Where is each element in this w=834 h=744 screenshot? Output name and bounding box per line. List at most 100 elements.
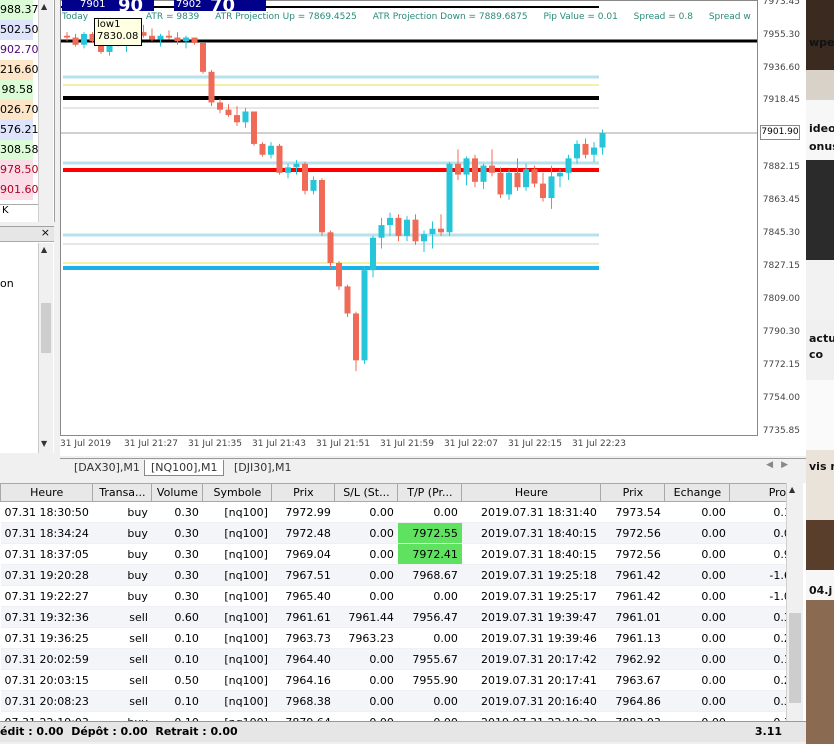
navigator-scrollbar[interactable]: ▲ ▼ <box>38 243 53 453</box>
market-watch-price[interactable]: 902.70 <box>0 40 39 60</box>
candle-body[interactable] <box>149 35 155 40</box>
scroll-up-icon[interactable]: ▲ <box>41 245 47 254</box>
candle-body[interactable] <box>557 172 563 177</box>
market-watch-price[interactable]: 988.37 <box>0 0 39 20</box>
market-watch-tab[interactable]: K <box>0 204 38 221</box>
one-click-ask-box[interactable]: 7902 70 <box>174 0 266 16</box>
candle-body[interactable] <box>72 37 79 45</box>
candle-body[interactable] <box>438 228 444 233</box>
chart-tab[interactable]: [NQ100],M1 <box>144 460 225 476</box>
candle-body[interactable] <box>455 163 461 175</box>
market-watch-price[interactable]: 978.50 <box>0 160 39 180</box>
candle-body[interactable] <box>319 180 325 233</box>
scroll-thumb[interactable] <box>789 613 801 703</box>
candle-body[interactable] <box>582 143 589 155</box>
table-row[interactable]: 07.31 20:08:23 sell 0.10 [nq100] 7968.38 0.00… <box>0 690 802 712</box>
candle-body[interactable] <box>183 37 189 42</box>
candle-body[interactable] <box>310 180 317 191</box>
candle-body[interactable] <box>497 172 504 195</box>
candle-body[interactable] <box>174 37 181 42</box>
market-watch-price[interactable]: 502.50 <box>0 20 39 40</box>
candle-body[interactable] <box>200 42 206 72</box>
scroll-up-icon[interactable]: ▲ <box>789 485 795 494</box>
column-header[interactable]: S/L (St... <box>334 483 399 502</box>
candle-body[interactable] <box>225 109 232 116</box>
scroll-down-icon[interactable]: ▼ <box>41 439 47 448</box>
chart-tab[interactable]: [DJI30],M1 <box>228 460 298 475</box>
table-row[interactable]: 07.31 20:03:15 sell 0.50 [nq100] 7964.16 0.00… <box>0 669 802 691</box>
candle-body[interactable] <box>242 111 249 123</box>
candle-body[interactable] <box>506 172 512 195</box>
candle-body[interactable] <box>378 225 385 238</box>
column-header[interactable]: Volume <box>151 483 204 502</box>
column-header[interactable]: Symbole <box>202 483 273 502</box>
candle-body[interactable] <box>285 167 291 173</box>
candle-body[interactable] <box>591 147 597 155</box>
candle-body[interactable] <box>191 37 198 43</box>
candle-body[interactable] <box>166 35 172 38</box>
scroll-thumb[interactable] <box>41 303 51 353</box>
candle-body[interactable] <box>81 33 87 45</box>
candle-body[interactable] <box>463 158 470 175</box>
candle-body[interactable] <box>523 169 529 188</box>
column-header[interactable]: Transa... <box>92 483 153 502</box>
candle-body[interactable] <box>208 71 215 103</box>
candle-body[interactable] <box>412 219 419 242</box>
market-watch-scrollbar[interactable]: ▲ <box>38 0 53 222</box>
candle-body[interactable] <box>302 163 308 191</box>
table-row[interactable]: 07.31 22:19:03buy0.10[nq100]7879.640.000… <box>0 711 802 721</box>
candle-body[interactable] <box>599 133 606 148</box>
candle-body[interactable] <box>446 163 453 233</box>
navigator-item-label[interactable]: on <box>0 277 14 290</box>
column-header[interactable]: T/P (Pr... <box>397 483 463 502</box>
candle-body[interactable] <box>472 158 478 182</box>
candle-body[interactable] <box>336 262 342 287</box>
candle-body[interactable] <box>157 35 164 40</box>
candle-body[interactable] <box>421 234 427 242</box>
table-scrollbar[interactable]: ▲ <box>786 483 803 721</box>
market-watch-price[interactable]: 308.58 <box>0 140 39 160</box>
candle-body[interactable] <box>395 217 402 236</box>
candle-body[interactable] <box>387 217 393 226</box>
table-row[interactable]: 07.31 20:02:59 sell 0.10 [nq100] 7964.40 0.00… <box>0 648 802 670</box>
table-row[interactable]: 07.31 19:20:28 buy 0.30 [nq100] 7967.51 0.00 7… <box>0 564 802 586</box>
one-click-bid-box[interactable]: 7901 90 <box>62 0 154 16</box>
candle-body[interactable] <box>268 145 274 155</box>
column-header[interactable]: Heure <box>461 483 602 502</box>
column-header[interactable]: Prix <box>271 483 336 502</box>
candle-body[interactable] <box>276 145 283 173</box>
table-row[interactable]: 07.31 18:34:24 buy 0.30 [nq100] 7972.48 0.00 7… <box>0 522 802 544</box>
candle-body[interactable] <box>353 313 359 361</box>
close-icon[interactable]: × <box>41 227 50 239</box>
candle-body[interactable] <box>404 219 410 236</box>
column-header[interactable]: Echange <box>664 483 731 502</box>
candle-body[interactable] <box>480 165 487 182</box>
market-watch-price[interactable]: 216.60 <box>0 60 39 80</box>
candle-body[interactable] <box>565 158 572 173</box>
market-watch-price[interactable]: 576.21 <box>0 120 39 140</box>
candle-body[interactable] <box>548 176 555 199</box>
candle-body[interactable] <box>259 143 266 155</box>
candle-body[interactable] <box>370 237 376 271</box>
candle-body[interactable] <box>361 270 368 361</box>
chart-tab[interactable]: [DAX30],M1 <box>68 460 146 475</box>
candle-body[interactable] <box>251 111 257 144</box>
table-row[interactable]: 07.31 19:22:27 buy 0.30 [nq100] 7965.40 0.00 0… <box>0 585 802 607</box>
table-row[interactable]: 07.31 18:37:05 buy 0.30 [nq100] 7969.04 0.00 7… <box>0 543 802 565</box>
candle-body[interactable] <box>429 228 436 235</box>
candle-body[interactable] <box>344 286 351 314</box>
candlestick-chart[interactable] <box>61 1 757 435</box>
candle-body[interactable] <box>234 115 240 123</box>
candle-body[interactable] <box>514 172 521 188</box>
table-row[interactable]: 07.31 19:32:36 sell 0.60 [nq100] 7961.61 7961… <box>0 606 802 628</box>
price-chart[interactable] <box>60 0 758 436</box>
candle-body[interactable] <box>531 169 538 184</box>
candle-body[interactable] <box>327 232 334 263</box>
market-watch-price[interactable]: 901.60 <box>0 180 39 200</box>
candle-body[interactable] <box>293 163 300 168</box>
candle-body[interactable] <box>217 102 223 110</box>
table-row[interactable]: 07.31 18:30:50 buy 0.30 [nq100] 7972.99 0.00 0… <box>0 501 802 523</box>
candle-body[interactable] <box>64 35 70 38</box>
candle-body[interactable] <box>540 183 546 199</box>
candle-body[interactable] <box>489 165 495 173</box>
